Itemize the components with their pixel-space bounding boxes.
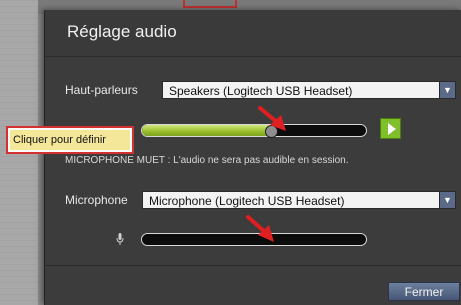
chevron-down-icon[interactable]: ▼ (439, 192, 455, 208)
close-button[interactable]: Fermer (388, 282, 460, 301)
play-icon (388, 123, 396, 135)
speakers-select[interactable]: Speakers (Logitech USB Headset) ▼ (162, 81, 456, 99)
chevron-down-icon[interactable]: ▼ (439, 82, 455, 98)
test-speaker-button[interactable] (380, 118, 401, 139)
microphone-icon (116, 233, 124, 245)
microphone-label: Microphone (65, 193, 128, 207)
mute-notice: MICROPHONE MUET : L'audio ne sera pas au… (65, 155, 349, 166)
microphone-select[interactable]: Microphone (Logitech USB Headset) ▼ (142, 191, 456, 209)
dialog-title-bar: Réglage audio (45, 10, 461, 57)
speakers-select-value: Speakers (Logitech USB Headset) (169, 84, 353, 98)
tooltip-callout: Cliquer pour définir (6, 126, 134, 154)
tooltip-text: Cliquer pour définir (10, 130, 130, 150)
background-red-mark (183, 0, 237, 8)
audio-settings-dialog: Réglage audio Haut-parleurs Speakers (Lo… (44, 10, 461, 305)
speakers-label: Haut-parleurs (65, 83, 138, 97)
speaker-volume-fill (142, 125, 272, 136)
arrow-icon (246, 215, 274, 242)
footer-divider (45, 265, 461, 266)
microphone-select-value: Microphone (Logitech USB Headset) (149, 194, 345, 208)
dialog-title: Réglage audio (67, 22, 177, 41)
speaker-volume-slider[interactable] (141, 124, 367, 137)
arrow-icon (258, 106, 286, 131)
